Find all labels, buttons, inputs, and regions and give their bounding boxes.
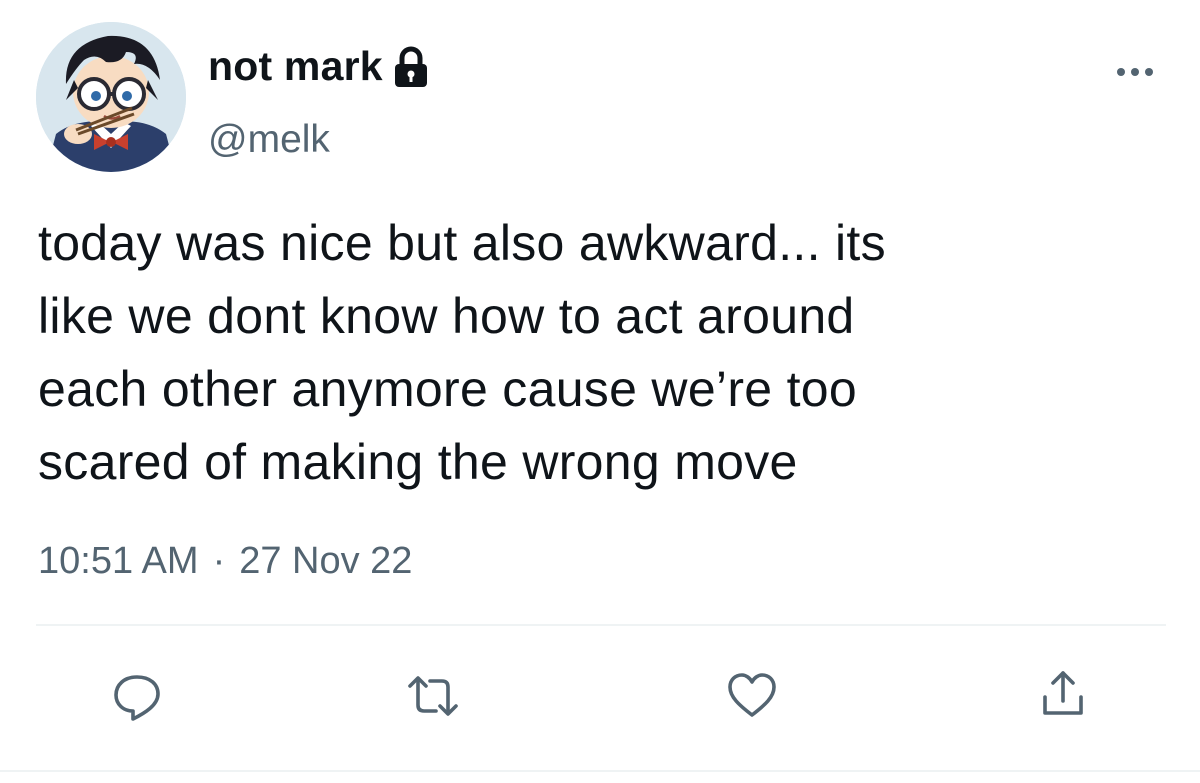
tweet-date: 27 Nov 22 <box>239 540 413 582</box>
more-options-icon[interactable] <box>1110 60 1160 84</box>
meta-separator: · <box>212 540 226 582</box>
heart-icon <box>728 673 776 717</box>
share-icon <box>1043 671 1083 715</box>
tweet-card: not mark @melk today was nice but also a… <box>0 0 1200 783</box>
bottom-divider <box>0 770 1200 772</box>
display-name-row: not mark <box>208 40 431 92</box>
display-name[interactable]: not mark <box>208 43 383 90</box>
more-dot <box>1117 68 1125 76</box>
tweet-timestamp[interactable]: 10:51 AM · 27 Nov 22 <box>38 540 412 583</box>
user-handle[interactable]: @melk <box>208 118 330 162</box>
retweet-button[interactable] <box>403 666 463 726</box>
cartoon-avatar-icon <box>36 22 186 172</box>
lock-icon <box>391 45 431 89</box>
divider <box>36 624 1166 626</box>
avatar[interactable] <box>36 22 186 172</box>
reply-button[interactable] <box>107 666 167 726</box>
like-button[interactable] <box>722 666 782 726</box>
tweet-actions <box>0 660 1200 730</box>
retweet-icon <box>408 676 458 716</box>
reply-icon <box>114 675 160 721</box>
more-dot <box>1145 68 1153 76</box>
more-dot <box>1131 68 1139 76</box>
share-button[interactable] <box>1033 664 1093 724</box>
tweet-text: today was nice but also awkward... its l… <box>38 215 886 490</box>
tweet-time: 10:51 AM <box>38 540 199 582</box>
